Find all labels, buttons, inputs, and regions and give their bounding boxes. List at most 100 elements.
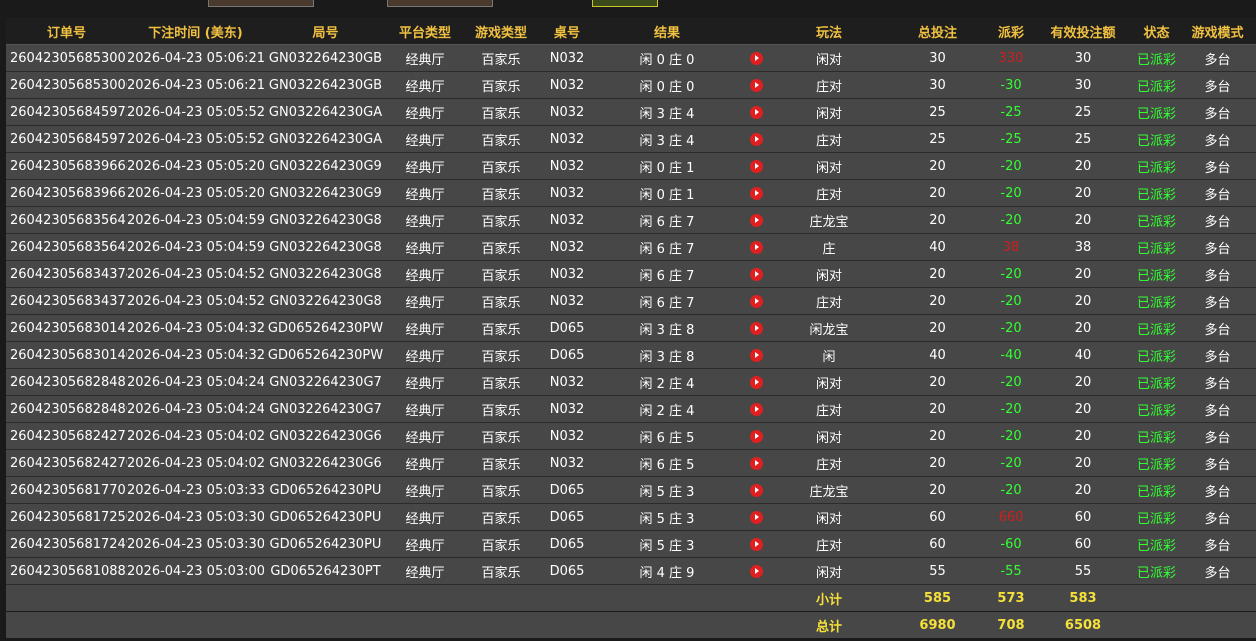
game-mode-cell: 多台	[1179, 287, 1256, 315]
bet-time-cell: 2026-04-23 05:04:24	[127, 368, 264, 396]
table-row: 260423056817701 2026-04-23 05:03:33 GD0652…	[6, 476, 1256, 504]
replay-cell	[739, 476, 773, 504]
toolbar-button-3[interactable]	[592, 0, 658, 7]
round-id-cell: GD065264230PU	[264, 503, 387, 531]
total-bet-cell: 20	[885, 206, 990, 234]
play-video-icon[interactable]	[749, 213, 763, 227]
payout-cell: -20	[990, 476, 1032, 504]
col-header-payout: 派彩	[990, 18, 1032, 45]
game-mode-cell: 多台	[1179, 125, 1256, 153]
play-video-icon[interactable]	[749, 402, 763, 416]
game-mode-cell: 多台	[1179, 179, 1256, 207]
game-mode-cell: 多台	[1179, 98, 1256, 126]
toolbar-button-1[interactable]	[208, 0, 314, 7]
table-row: 260423056853007 2026-04-23 05:06:21 GN0322…	[6, 44, 1256, 72]
payout-cell: 660	[990, 503, 1032, 531]
round-id-cell: GD065264230PW	[264, 314, 387, 342]
play-video-icon[interactable]	[749, 186, 763, 200]
replay-cell	[739, 260, 773, 288]
valid-bet-cell: 20	[1032, 314, 1134, 342]
valid-bet-cell: 20	[1032, 449, 1134, 477]
valid-bet-cell: 20	[1032, 368, 1134, 396]
status-cell: 已派彩	[1134, 395, 1179, 423]
play-video-icon[interactable]	[749, 510, 763, 524]
table-no-cell: D065	[539, 314, 595, 342]
game-mode-cell: 多台	[1179, 503, 1256, 531]
payout-cell: -20	[990, 449, 1032, 477]
status-cell: 已派彩	[1134, 125, 1179, 153]
bet-time-cell: 2026-04-23 05:04:59	[127, 233, 264, 261]
play-video-icon[interactable]	[749, 483, 763, 497]
total-bet-cell: 20	[885, 449, 990, 477]
play-video-icon[interactable]	[749, 564, 763, 578]
round-id-cell: GN032264230G6	[264, 449, 387, 477]
payout-cell: -25	[990, 125, 1032, 153]
replay-cell	[739, 422, 773, 450]
round-id-cell: GN032264230G9	[264, 179, 387, 207]
platform-cell: 经典厅	[387, 233, 463, 261]
result-cell: 闲 3 庄 4	[595, 98, 739, 126]
game-type-cell: 百家乐	[463, 260, 539, 288]
play-video-icon[interactable]	[749, 240, 763, 254]
round-id-cell: GN032264230G7	[264, 368, 387, 396]
play-video-icon[interactable]	[749, 456, 763, 470]
payout-cell: -20	[990, 179, 1032, 207]
play-video-icon[interactable]	[749, 537, 763, 551]
platform-cell: 经典厅	[387, 44, 463, 72]
payout-cell: -30	[990, 71, 1032, 99]
toolbar-button-2[interactable]	[387, 0, 493, 7]
table-no-cell: D065	[539, 530, 595, 558]
play-video-icon[interactable]	[749, 348, 763, 362]
play-video-icon[interactable]	[749, 321, 763, 335]
result-cell: 闲 4 庄 9	[595, 557, 739, 585]
game-type-cell: 百家乐	[463, 206, 539, 234]
play-video-icon[interactable]	[749, 78, 763, 92]
bet-type-cell: 庄	[773, 233, 885, 261]
play-video-icon[interactable]	[749, 105, 763, 119]
col-header-bet-type: 玩法	[773, 18, 885, 45]
table-header-row: 订单号 下注时间 (美东) 局号 平台类型 游戏类型 桌号 结果 玩法 总投注 …	[6, 18, 1256, 45]
order-id-cell: 260423056834374	[6, 260, 127, 288]
bet-type-cell: 庄对	[773, 179, 885, 207]
bet-type-cell: 庄龙宝	[773, 206, 885, 234]
replay-cell	[739, 287, 773, 315]
game-type-cell: 百家乐	[463, 341, 539, 369]
result-cell: 闲 5 庄 3	[595, 476, 739, 504]
bet-type-cell: 闲龙宝	[773, 314, 885, 342]
play-video-icon[interactable]	[749, 267, 763, 281]
payout-cell: 330	[990, 44, 1032, 72]
platform-cell: 经典厅	[387, 395, 463, 423]
bet-time-cell: 2026-04-23 05:04:02	[127, 422, 264, 450]
table-no-cell: N032	[539, 71, 595, 99]
platform-cell: 经典厅	[387, 449, 463, 477]
play-video-icon[interactable]	[749, 294, 763, 308]
col-header-status: 状态	[1134, 18, 1179, 45]
status-cell: 已派彩	[1134, 476, 1179, 504]
platform-cell: 经典厅	[387, 557, 463, 585]
replay-cell	[739, 368, 773, 396]
play-video-icon[interactable]	[749, 429, 763, 443]
play-video-icon[interactable]	[749, 51, 763, 65]
subtotal-bet: 585	[885, 584, 990, 612]
table-no-cell: D065	[539, 557, 595, 585]
platform-cell: 经典厅	[387, 476, 463, 504]
platform-cell: 经典厅	[387, 152, 463, 180]
col-header-table-no: 桌号	[539, 18, 595, 45]
play-video-icon[interactable]	[749, 159, 763, 173]
replay-cell	[739, 314, 773, 342]
game-type-cell: 百家乐	[463, 557, 539, 585]
replay-cell	[739, 395, 773, 423]
table-no-cell: N032	[539, 179, 595, 207]
platform-cell: 经典厅	[387, 98, 463, 126]
game-type-cell: 百家乐	[463, 530, 539, 558]
play-video-icon[interactable]	[749, 375, 763, 389]
valid-bet-cell: 30	[1032, 71, 1134, 99]
bet-time-cell: 2026-04-23 05:04:32	[127, 341, 264, 369]
table-row: 260423056835647 2026-04-23 05:04:59 GN0322…	[6, 206, 1256, 234]
subtotal-valid: 583	[1032, 584, 1134, 612]
valid-bet-cell: 25	[1032, 98, 1134, 126]
col-header-game-mode: 游戏模式	[1179, 18, 1256, 45]
play-video-icon[interactable]	[749, 132, 763, 146]
replay-cell	[739, 557, 773, 585]
valid-bet-cell: 20	[1032, 476, 1134, 504]
